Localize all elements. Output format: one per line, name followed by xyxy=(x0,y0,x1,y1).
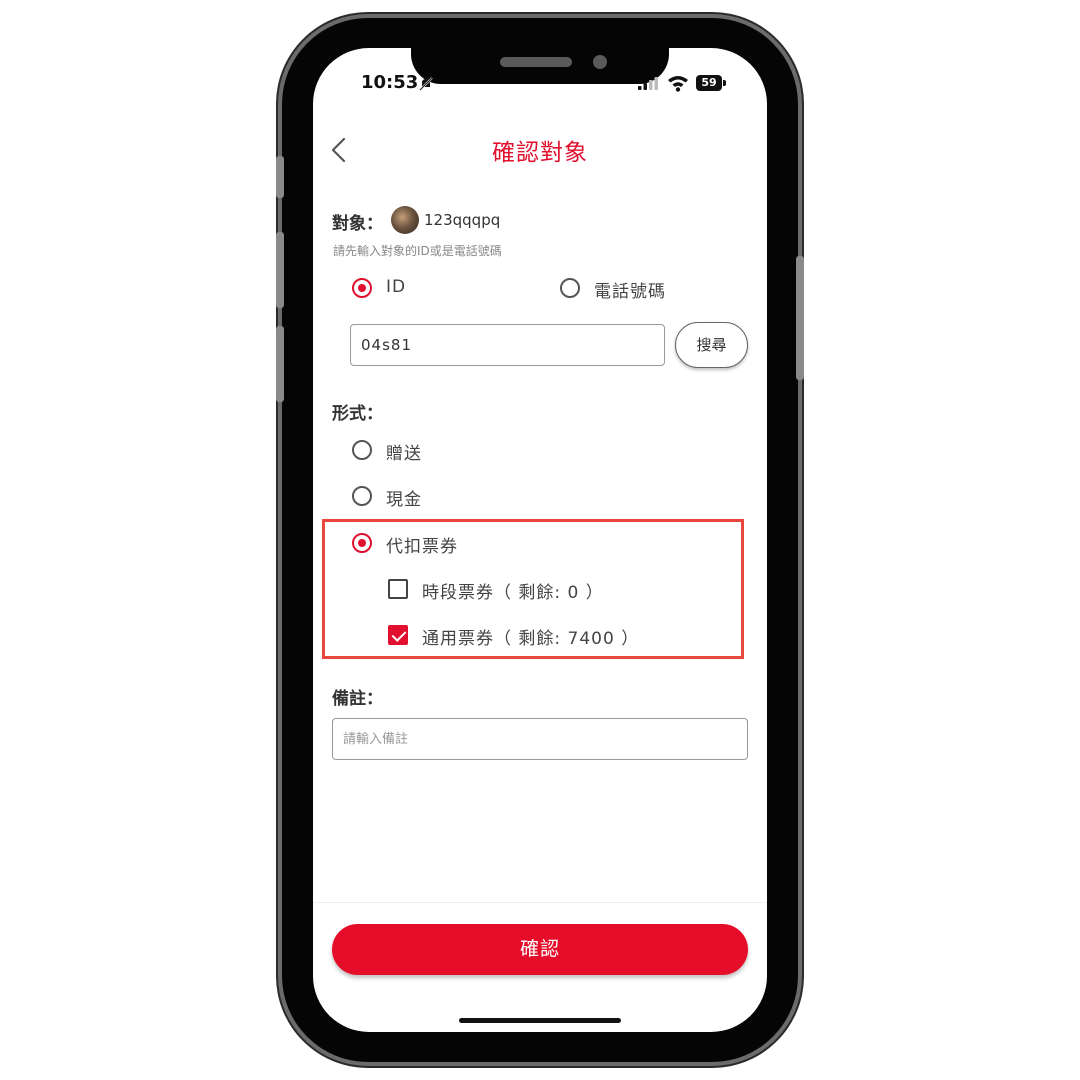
note-input[interactable] xyxy=(332,718,748,760)
radio-gift-label: 贈送 xyxy=(386,444,422,464)
power-button xyxy=(796,256,804,380)
radio-cash[interactable] xyxy=(352,486,372,506)
bell-muted-icon xyxy=(419,77,433,91)
footer-divider xyxy=(313,902,767,903)
radio-gift[interactable] xyxy=(352,440,372,460)
status-time: 10:53 xyxy=(361,72,419,93)
wifi-icon xyxy=(668,76,688,92)
radio-id[interactable] xyxy=(352,278,372,298)
volume-up-button xyxy=(276,232,284,308)
general-ticket-label: 通用票券（ 剩餘: 7400 ） xyxy=(422,629,640,649)
confirm-button[interactable]: 確認 xyxy=(332,924,748,975)
back-chevron-icon[interactable] xyxy=(329,136,349,164)
search-button[interactable]: 搜尋 xyxy=(675,322,748,368)
front-camera xyxy=(593,55,607,69)
battery-tip xyxy=(723,80,726,86)
battery-icon: 59 xyxy=(696,75,722,91)
timeslot-ticket-label: 時段票券（ 剩餘: 0 ） xyxy=(422,583,604,603)
form-label: 形式： xyxy=(332,404,383,424)
page-title: 確認對象 xyxy=(492,140,588,166)
checkbox-timeslot-ticket[interactable] xyxy=(388,579,408,599)
target-label: 對象： xyxy=(332,214,383,234)
radio-cash-label: 現金 xyxy=(386,490,422,510)
target-name: 123qqqpq xyxy=(424,211,501,229)
volume-down-button xyxy=(276,326,284,402)
target-hint: 請先輸入對象的ID或是電話號碼 xyxy=(333,244,502,258)
signal-icon xyxy=(638,77,658,90)
search-input[interactable] xyxy=(350,324,665,366)
mute-switch xyxy=(276,156,284,198)
radio-ticket-deduct-label: 代扣票券 xyxy=(386,537,458,557)
checkbox-general-ticket[interactable] xyxy=(388,625,408,645)
note-label: 備註： xyxy=(332,689,383,709)
radio-phone-label: 電話號碼 xyxy=(594,282,666,302)
earpiece-speaker xyxy=(500,57,572,67)
radio-ticket-deduct[interactable] xyxy=(352,533,372,553)
radio-id-label: ID xyxy=(386,277,407,297)
home-indicator xyxy=(459,1018,621,1023)
radio-phone[interactable] xyxy=(560,278,580,298)
avatar xyxy=(391,206,419,234)
